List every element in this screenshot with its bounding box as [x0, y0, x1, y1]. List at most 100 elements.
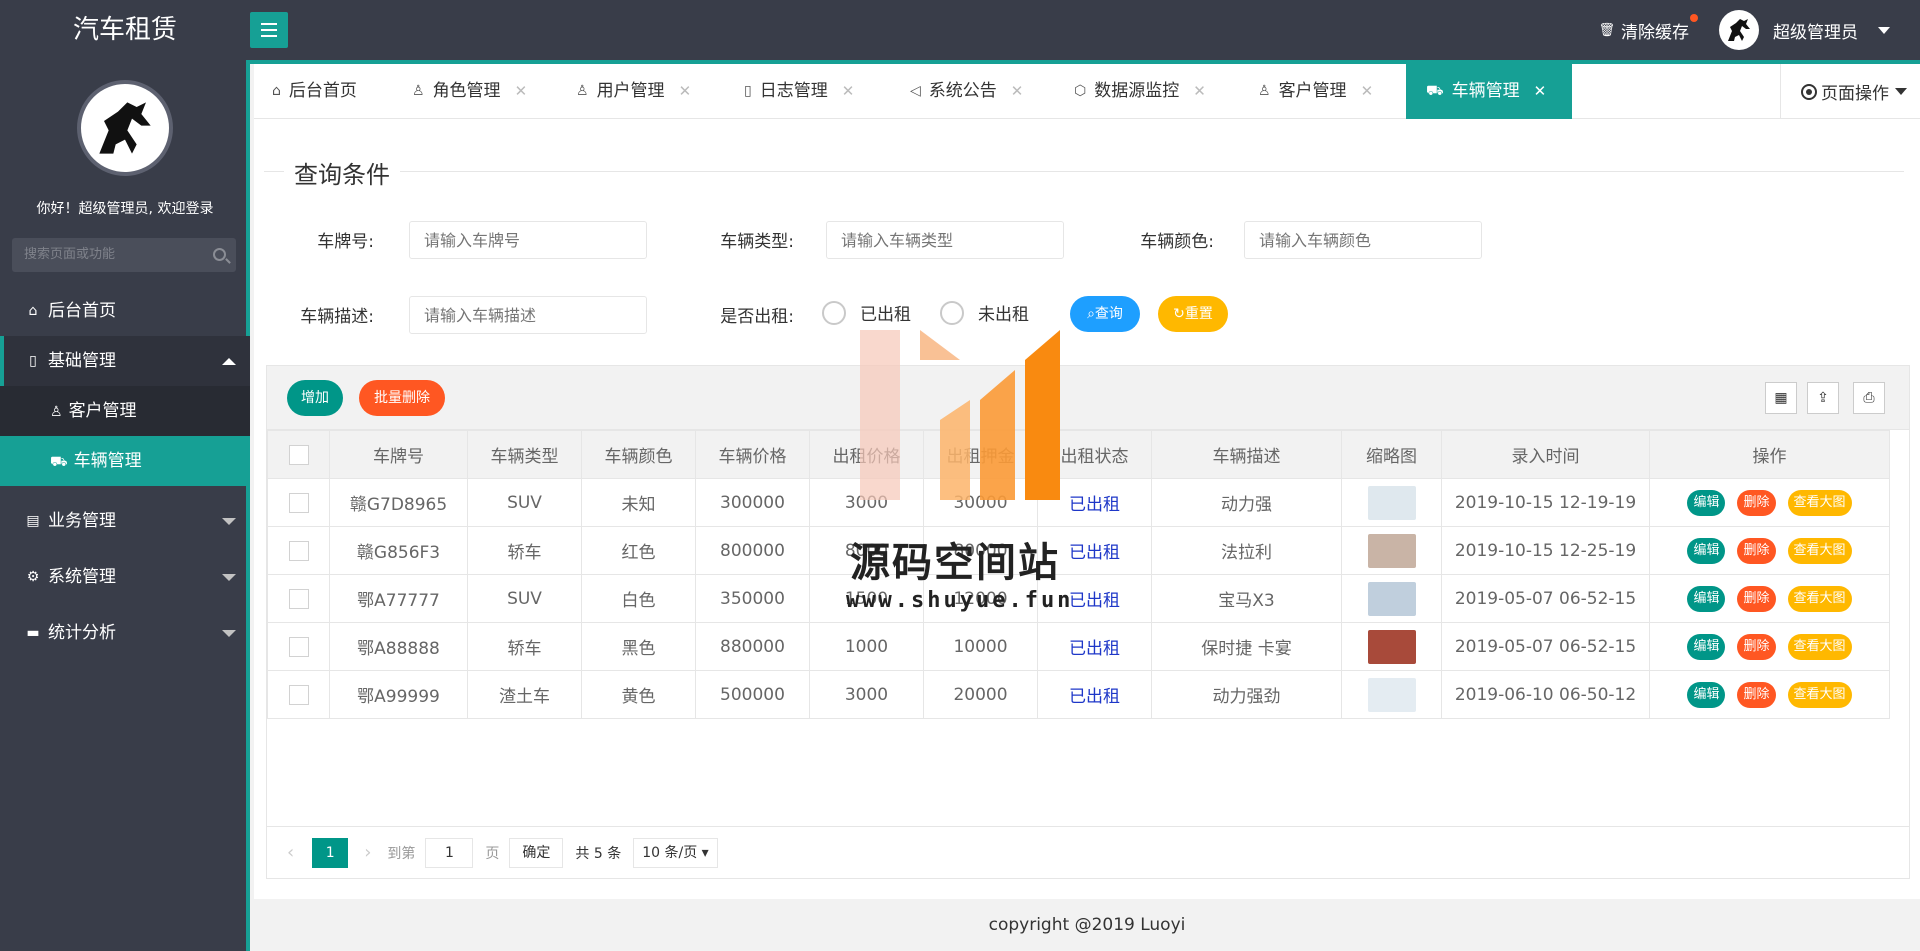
- tab-customers[interactable]: ♙ 客户管理 ✕: [1258, 64, 1373, 119]
- cube-icon: ⬡: [1074, 83, 1087, 99]
- close-icon[interactable]: ✕: [515, 64, 528, 119]
- export-icon[interactable]: ⇪: [1807, 382, 1839, 414]
- col-header[interactable]: 车辆类型: [467, 430, 582, 479]
- plate-input[interactable]: [409, 221, 647, 259]
- next-page-icon[interactable]: ›: [364, 842, 371, 863]
- col-header[interactable]: 出租押金: [923, 430, 1038, 479]
- page-ops-menu[interactable]: 页面操作: [1780, 64, 1920, 119]
- rented-yes-radio[interactable]: 已出租: [822, 300, 911, 325]
- select-all-checkbox[interactable]: [288, 444, 309, 465]
- per-page-select[interactable]: 10 条/页 ▾: [633, 837, 718, 868]
- tab-logs[interactable]: ▯ 日志管理 ✕: [744, 64, 854, 119]
- table-cell: 鄂A77777: [329, 574, 468, 623]
- vehicle-thumbnail[interactable]: [1367, 485, 1416, 520]
- table-row: 鄂A99999 渣土车 黄色 500000 3000 20000 已出租 动力强劲 2019-0…: [267, 670, 1890, 719]
- vehicle-thumbnail[interactable]: [1367, 677, 1416, 712]
- sidebar-item-system[interactable]: ⚙ 系统管理: [0, 552, 250, 602]
- vehicle-thumbnail[interactable]: [1367, 533, 1416, 568]
- rented-no-radio[interactable]: 未出租: [940, 300, 1029, 325]
- edit-button[interactable]: 编辑: [1687, 633, 1726, 660]
- sidebar-item-customers[interactable]: ♙ 客户管理: [0, 386, 250, 436]
- edit-button[interactable]: 编辑: [1687, 585, 1726, 612]
- color-input[interactable]: [1244, 221, 1482, 259]
- edit-button[interactable]: 编辑: [1687, 537, 1726, 564]
- chevron-down-icon[interactable]: [1878, 26, 1890, 34]
- view-image-button[interactable]: 查看大图: [1787, 585, 1852, 612]
- view-image-button[interactable]: 查看大图: [1787, 633, 1852, 660]
- col-header[interactable]: 车辆颜色: [581, 430, 696, 479]
- close-icon[interactable]: ✕: [679, 64, 692, 119]
- close-icon[interactable]: ✕: [1011, 64, 1024, 119]
- col-header[interactable]: 车辆描述: [1151, 430, 1342, 479]
- sidebar-item-home[interactable]: ⌂ 后台首页: [0, 286, 250, 336]
- app-title: 汽车租赁: [72, 15, 177, 45]
- page-input[interactable]: 1: [425, 837, 474, 868]
- tab-notice[interactable]: ◁ 系统公告 ✕: [910, 64, 1023, 119]
- close-icon[interactable]: ✕: [1534, 64, 1547, 119]
- col-header[interactable]: 车辆价格: [695, 430, 810, 479]
- delete-button[interactable]: 删除: [1737, 489, 1776, 516]
- admin-name[interactable]: 超级管理员: [1773, 18, 1858, 43]
- close-icon[interactable]: ✕: [1193, 64, 1206, 119]
- chevron-down-icon: [1895, 88, 1907, 95]
- row-checkbox[interactable]: [288, 684, 309, 705]
- view-image-button[interactable]: 查看大图: [1787, 489, 1852, 516]
- print-icon[interactable]: ⎙: [1853, 382, 1885, 414]
- tab-datasource[interactable]: ⬡ 数据源监控 ✕: [1074, 64, 1206, 119]
- clear-cache-button[interactable]: 🗑 清除缓存: [1598, 13, 1698, 43]
- delete-button[interactable]: 删除: [1737, 633, 1776, 660]
- page-confirm-button[interactable]: 确定: [509, 837, 564, 868]
- menu-toggle-button[interactable]: [250, 12, 288, 48]
- sidebar-avatar: [77, 80, 173, 176]
- columns-icon[interactable]: ▦: [1765, 382, 1797, 414]
- add-button[interactable]: 增加: [287, 380, 343, 416]
- col-header[interactable]: 操作: [1649, 430, 1890, 479]
- col-header[interactable]: 缩略图: [1341, 430, 1442, 479]
- tab-home[interactable]: ⌂ 后台首页: [272, 64, 357, 119]
- close-icon[interactable]: ✕: [842, 64, 855, 119]
- page-current[interactable]: 1: [312, 837, 349, 868]
- row-checkbox[interactable]: [288, 540, 309, 561]
- view-image-button[interactable]: 查看大图: [1787, 681, 1852, 708]
- sidebar-item-basic[interactable]: ▯ 基础管理: [0, 336, 250, 386]
- view-image-button[interactable]: 查看大图: [1787, 537, 1852, 564]
- tab-roles[interactable]: ♙ 角色管理 ✕: [412, 64, 527, 119]
- row-checkbox[interactable]: [288, 588, 309, 609]
- sidebar-item-business[interactable]: ▤ 业务管理: [0, 496, 250, 546]
- chevron-down-icon: [222, 518, 236, 525]
- user-icon: ♙: [50, 404, 63, 420]
- chevron-down-icon: [222, 574, 236, 581]
- dropdown-arrow-icon: ▾: [701, 844, 709, 861]
- delete-button[interactable]: 删除: [1737, 585, 1776, 612]
- row-checkbox[interactable]: [288, 492, 309, 513]
- tab-users[interactable]: ♙ 用户管理 ✕: [576, 64, 691, 119]
- sidebar-item-stats[interactable]: ▬ 统计分析: [0, 608, 250, 658]
- sidebar-item-vehicles[interactable]: ⛟ 车辆管理: [0, 436, 250, 486]
- edit-button[interactable]: 编辑: [1687, 681, 1726, 708]
- vehicle-thumbnail[interactable]: [1367, 581, 1416, 616]
- close-icon[interactable]: ✕: [1361, 64, 1374, 119]
- desc-input[interactable]: [409, 296, 647, 334]
- edit-button[interactable]: 编辑: [1687, 489, 1726, 516]
- sidebar: 你好！超级管理员, 欢迎登录 搜索页面或功能 ⌂ 后台首页 ▯ 基础管理 ♙ 客户管理…: [0, 60, 250, 951]
- delete-button[interactable]: 删除: [1737, 681, 1776, 708]
- col-header[interactable]: 车牌号: [329, 430, 468, 479]
- row-checkbox[interactable]: [288, 636, 309, 657]
- home-icon: ⌂: [272, 83, 281, 99]
- sidebar-search-input[interactable]: 搜索页面或功能: [12, 238, 236, 272]
- avatar[interactable]: [1719, 10, 1759, 50]
- col-header[interactable]: 录入时间: [1441, 430, 1650, 479]
- prev-page-icon[interactable]: ‹: [287, 842, 294, 863]
- delete-button[interactable]: 删除: [1737, 537, 1776, 564]
- search-button[interactable]: ⌕查询: [1070, 296, 1140, 332]
- goto-label: 到第: [387, 845, 416, 862]
- col-header[interactable]: 出租价格: [809, 430, 924, 479]
- search-icon[interactable]: [213, 248, 226, 261]
- batch-delete-button[interactable]: 批量删除: [359, 380, 445, 416]
- type-input[interactable]: [826, 221, 1064, 259]
- tab-vehicles[interactable]: ⛟ 车辆管理 ✕: [1406, 64, 1572, 119]
- reset-button[interactable]: ↻重置: [1158, 296, 1228, 332]
- vehicle-thumbnail[interactable]: [1367, 629, 1416, 664]
- col-header[interactable]: 出租状态: [1037, 430, 1152, 479]
- thumbnail-cell: [1341, 670, 1442, 719]
